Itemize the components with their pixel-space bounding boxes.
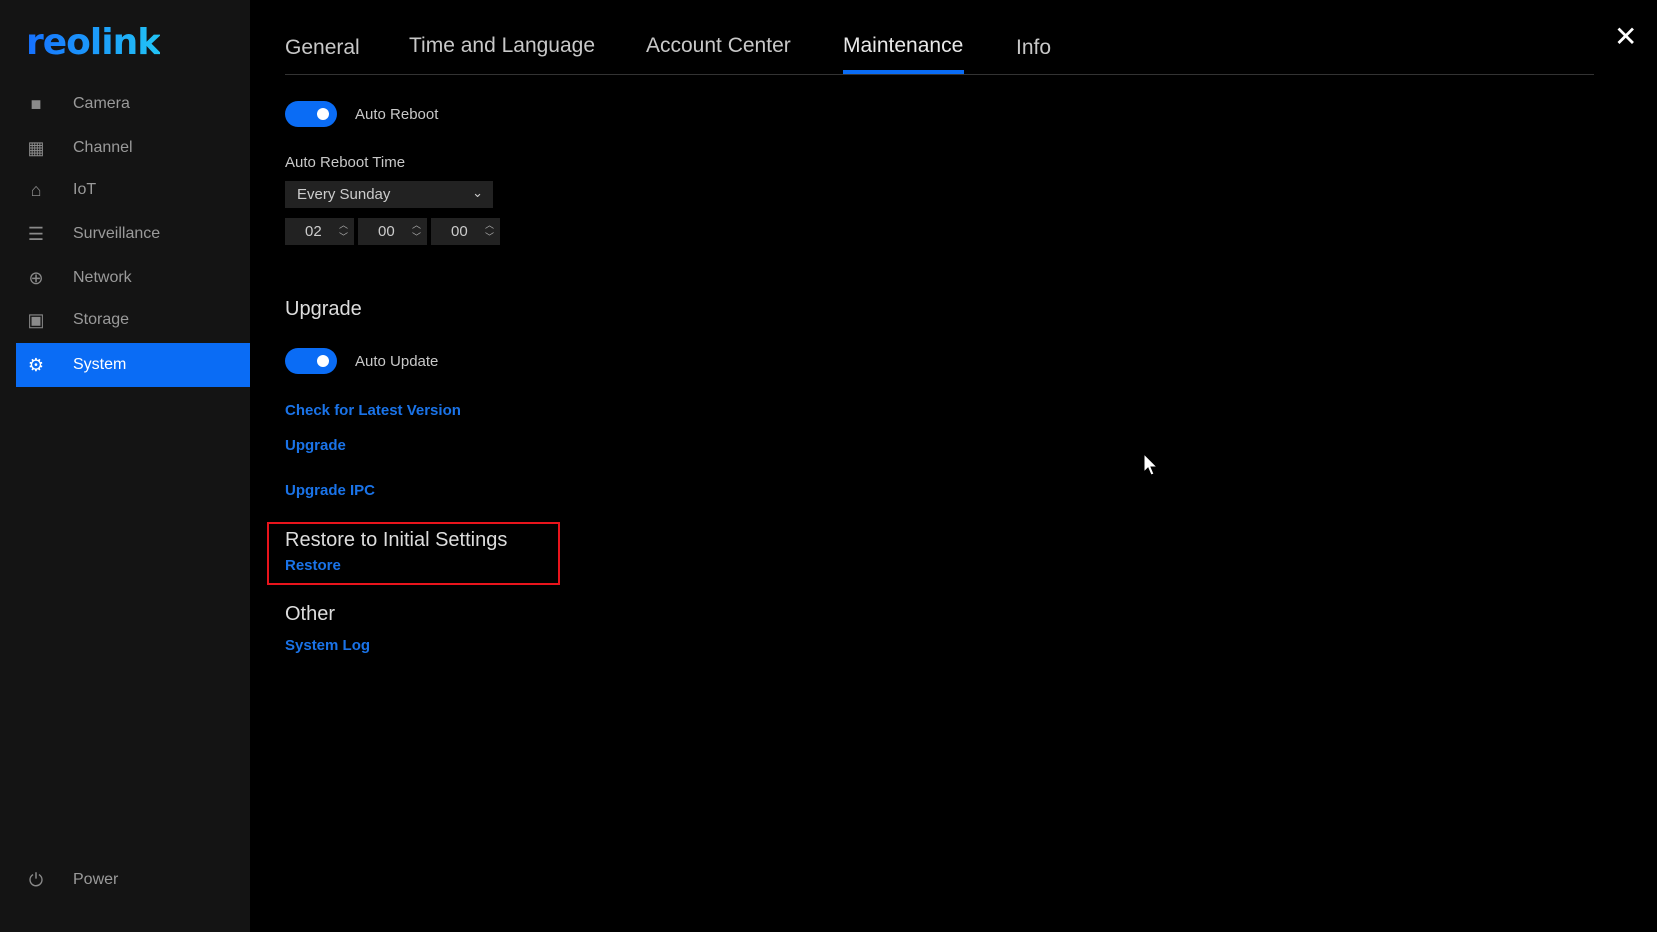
auto-update-label: Auto Update — [355, 353, 439, 370]
globe-icon: ⊕ — [28, 267, 44, 288]
gear-icon: ⚙ — [27, 354, 45, 375]
tab-account-center[interactable]: Account Center — [646, 34, 791, 58]
upgrade-heading: Upgrade — [285, 298, 362, 320]
chevron-down-icon: ⌄ — [472, 185, 483, 200]
second-value: 00 — [451, 223, 468, 240]
tab-divider — [285, 74, 1594, 75]
sidebar-item-camera[interactable]: ■ Camera — [16, 82, 250, 126]
sidebar-item-label: Network — [73, 269, 132, 286]
mouse-cursor-icon — [1143, 453, 1159, 476]
hour-stepper[interactable]: 02 ︿ ﹀ — [285, 218, 354, 245]
auto-update-toggle[interactable] — [285, 348, 337, 374]
tab-general[interactable]: General — [285, 36, 360, 60]
sidebar-item-label: Camera — [73, 95, 130, 112]
minute-stepper[interactable]: 00 ︿ ﹀ — [358, 218, 427, 245]
hour-value: 02 — [305, 223, 322, 240]
auto-reboot-time-label: Auto Reboot Time — [285, 154, 406, 171]
sidebar-item-system[interactable]: ⚙ System — [16, 343, 250, 387]
sidebar-item-storage[interactable]: ▣ Storage — [16, 298, 250, 342]
power-button[interactable]: ⏻ Power — [16, 858, 250, 902]
power-label: Power — [73, 871, 119, 888]
tab-time-and-language[interactable]: Time and Language — [409, 34, 595, 58]
sidebar-item-label: Storage — [73, 311, 130, 328]
auto-reboot-toggle[interactable] — [285, 101, 337, 127]
system-log-link[interactable]: System Log — [285, 637, 370, 654]
restore-heading: Restore to Initial Settings — [285, 529, 508, 551]
sidebar: reolink ■ Camera ▦ Channel ⌂ IoT ☰ Surveilla… — [0, 0, 250, 932]
reolink-logo: reolink — [26, 22, 161, 63]
sidebar-item-label: IoT — [73, 181, 97, 198]
camera-icon: ■ — [30, 93, 42, 114]
restore-link[interactable]: Restore — [285, 557, 341, 574]
reboot-schedule-select[interactable]: Every Sunday ⌄ — [285, 181, 493, 208]
home-icon: ⌂ — [30, 179, 42, 200]
power-icon: ⏻ — [28, 869, 44, 890]
check-latest-version-link[interactable]: Check for Latest Version — [285, 402, 461, 419]
sidebar-item-surveillance[interactable]: ☰ Surveillance — [16, 212, 250, 256]
sidebar-item-label: System — [73, 356, 127, 373]
tab-info[interactable]: Info — [1016, 36, 1051, 60]
sidebar-item-label: Surveillance — [73, 225, 161, 242]
stepper-arrows-icon[interactable]: ︿ ﹀ — [412, 219, 421, 243]
auto-reboot-label: Auto Reboot — [355, 106, 439, 123]
sidebar-item-iot[interactable]: ⌂ IoT — [16, 168, 250, 212]
schedule-value: Every Sunday — [297, 186, 391, 203]
upgrade-ipc-link[interactable]: Upgrade IPC — [285, 482, 375, 499]
close-icon[interactable]: ✕ — [1614, 20, 1637, 53]
upgrade-link[interactable]: Upgrade — [285, 437, 346, 454]
list-icon: ☰ — [27, 223, 45, 244]
other-heading: Other — [285, 603, 336, 625]
stepper-arrows-icon[interactable]: ︿ ﹀ — [339, 219, 348, 243]
grid-icon: ▦ — [27, 137, 45, 158]
second-stepper[interactable]: 00 ︿ ﹀ — [431, 218, 500, 245]
sidebar-item-channel[interactable]: ▦ Channel — [16, 126, 250, 170]
sidebar-item-network[interactable]: ⊕ Network — [16, 256, 250, 300]
stepper-arrows-icon[interactable]: ︿ ﹀ — [485, 219, 494, 243]
storage-icon: ▣ — [27, 309, 45, 330]
minute-value: 00 — [378, 223, 395, 240]
sidebar-item-label: Channel — [73, 139, 133, 156]
active-tab-indicator — [843, 70, 964, 74]
tab-maintenance[interactable]: Maintenance — [843, 34, 963, 58]
